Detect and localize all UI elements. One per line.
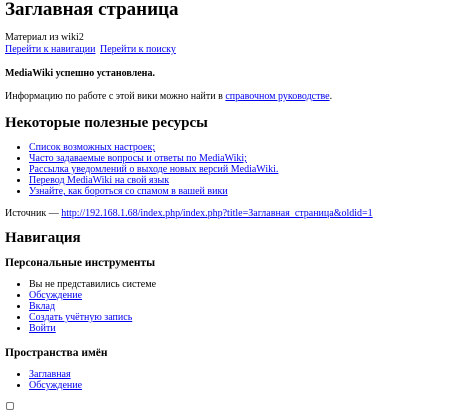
my-contributions-link[interactable]: Вклад [29, 301, 55, 312]
site-subtitle: Материал из wiki2 [5, 32, 84, 43]
page-title: Заглавная страница [5, 0, 179, 20]
settings-list-link[interactable]: Список возможных настроек; [29, 142, 155, 153]
list-item: Часто задаваемые вопросы и ответы по Med… [29, 153, 470, 164]
list-item: Вклад [29, 301, 470, 312]
namespaces-list: Заглавная Обсуждение [5, 369, 470, 391]
checkbox[interactable] [6, 402, 14, 410]
page-content: Заглавная страница Материал из wiki2 Пер… [5, 0, 470, 391]
navigation-heading: Навигация [5, 230, 81, 246]
user-guide-link[interactable]: справочном руководстве [225, 91, 329, 102]
mailing-list-link[interactable]: Рассылка уведомлений о выходе новых верс… [29, 164, 278, 175]
list-item: Вы не представились системе [29, 279, 470, 290]
create-account-link[interactable]: Создать учётную запись [29, 312, 132, 323]
combat-spam-link[interactable]: Узнайте, как бороться со спамом в вашей … [29, 186, 228, 197]
source-label: Источник — [5, 208, 62, 219]
personal-tools-heading: Персональные инструменты [5, 257, 156, 269]
info-paragraph: Информацию по работе с этой вики можно н… [5, 91, 470, 103]
info-suffix: . [329, 91, 333, 102]
list-item: Обсуждение [29, 380, 470, 391]
source-url-link[interactable]: http://192.168.1.68/index.php/index.php?… [61, 208, 372, 219]
info-prefix: Информацию по работе с этой вики можно н… [5, 91, 226, 102]
resources-heading: Некоторые полезные ресурсы [5, 115, 208, 131]
faq-link[interactable]: Часто задаваемые вопросы и ответы по Med… [29, 153, 247, 164]
namespaces-heading: Пространства имён [5, 347, 108, 359]
list-item: Узнайте, как бороться со спамом в вашей … [29, 186, 470, 197]
list-item: Войти [29, 323, 470, 334]
talk-tab-link[interactable]: Обсуждение [29, 380, 82, 391]
login-link[interactable]: Войти [29, 323, 56, 334]
list-item: Список возможных настроек; [29, 142, 470, 153]
personal-tools-list: Вы не представились системе Обсуждение В… [5, 279, 470, 334]
my-talk-link[interactable]: Обсуждение [29, 290, 82, 301]
list-item: Рассылка уведомлений о выходе новых верс… [29, 164, 470, 175]
source-line: Источник — http://192.168.1.68/index.php… [5, 208, 470, 220]
list-item: Перевод MediaWiki на свой язык [29, 175, 470, 186]
localisation-link[interactable]: Перевод MediaWiki на свой язык [29, 175, 169, 186]
jump-to-search-link[interactable]: Перейти к поиску [100, 44, 176, 55]
jump-to-navigation-link[interactable]: Перейти к навигации [5, 44, 96, 55]
not-logged-in-text: Вы не представились системе [29, 279, 157, 290]
installed-message: MediaWiki успешно установлена. [5, 68, 155, 79]
jump-links: Перейти к навигации Перейти к поиску [5, 44, 470, 56]
list-item: Создать учётную запись [29, 312, 470, 323]
main-page-tab-link[interactable]: Заглавная [29, 369, 71, 380]
list-item: Заглавная [29, 369, 470, 380]
resources-list: Список возможных настроек; Часто задавае… [5, 142, 470, 197]
list-item: Обсуждение [29, 290, 470, 301]
